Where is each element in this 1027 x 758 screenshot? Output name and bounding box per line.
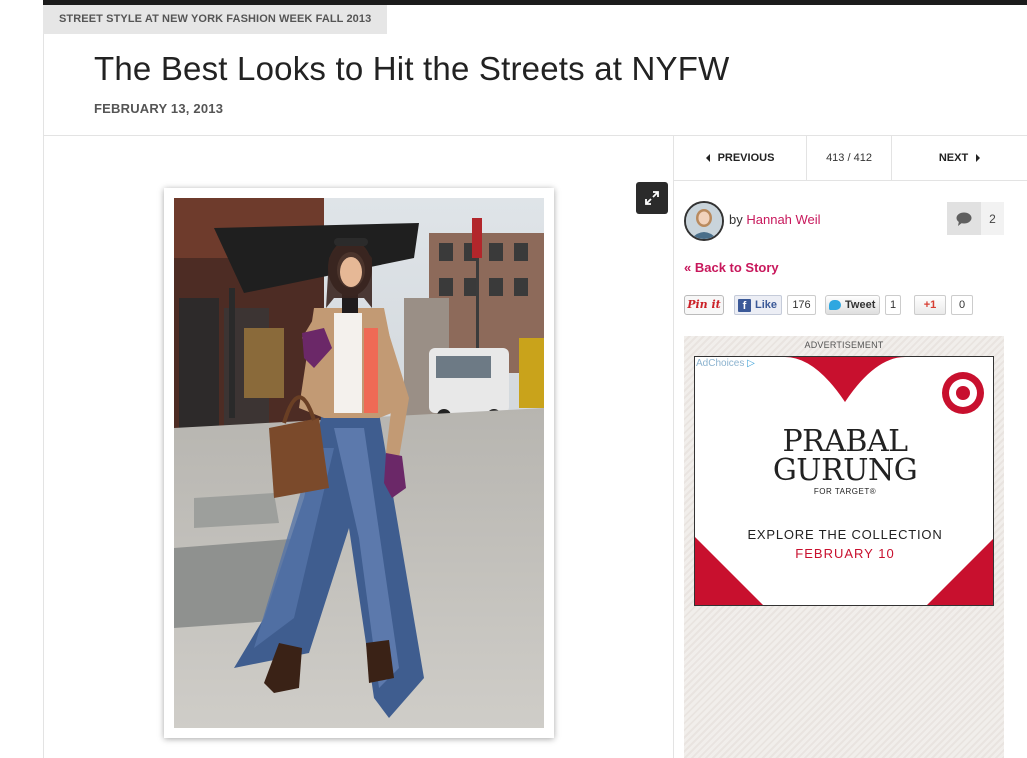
photo-frame	[164, 188, 554, 738]
next-button[interactable]: NEXT	[892, 136, 1027, 180]
column-divider	[673, 135, 674, 758]
ad-container: ADVERTISEMENT AdChoices ▷ PRABAL GURUNG …	[684, 336, 1004, 758]
facebook-icon: f	[738, 298, 751, 312]
tweet-button[interactable]: Tweet	[825, 295, 880, 315]
byline-prefix: by	[729, 212, 743, 227]
gplus-label: +1	[923, 299, 937, 311]
avatar-image	[686, 203, 722, 239]
ad-brand-line1: PRABAL	[782, 424, 908, 459]
ad-date: FEBRUARY 10	[795, 546, 895, 561]
ad-brand-sub: FOR TARGET®	[813, 487, 877, 496]
google-plus-button[interactable]: +1	[914, 295, 946, 315]
twitter-bird-icon	[829, 300, 841, 310]
expand-icon	[645, 191, 659, 205]
gplus-count: 0	[951, 295, 973, 315]
ad-brand-line2: GURUNG	[772, 453, 918, 488]
street-style-photo[interactable]	[174, 198, 544, 728]
gallery-counter: 413 / 412	[807, 136, 892, 180]
next-label: NEXT	[938, 152, 969, 164]
category-kicker[interactable]: STREET STYLE AT NEW YORK FASHION WEEK FA…	[43, 5, 388, 34]
page-title: The Best Looks to Hit the Streets at NYF…	[94, 50, 730, 87]
comments-button[interactable]: 2	[947, 202, 1004, 235]
ad-brand: PRABAL GURUNG	[695, 424, 993, 488]
ad-banner[interactable]: AdChoices ▷ PRABAL GURUNG FOR TARGET® EX…	[694, 356, 994, 606]
previous-button[interactable]: PREVIOUS	[674, 136, 807, 180]
adchoices-link[interactable]: AdChoices ▷	[696, 358, 755, 369]
ad-cta: EXPLORE THE COLLECTION	[747, 527, 943, 542]
like-count: 176	[787, 295, 816, 315]
photo-illustration	[174, 198, 544, 728]
comment-count: 2	[981, 202, 1004, 235]
target-logo-icon	[942, 372, 984, 414]
pinit-button[interactable]: Pin it	[684, 295, 724, 315]
facebook-like-button[interactable]: f Like	[734, 295, 782, 315]
expand-button[interactable]	[636, 182, 668, 214]
like-label: Like	[755, 299, 778, 311]
gallery-nav: PREVIOUS 413 / 412 NEXT	[674, 136, 1027, 181]
publish-date: FEBRUARY 13, 2013	[94, 101, 224, 116]
previous-label: PREVIOUS	[717, 152, 775, 164]
adchoices-label: AdChoices	[696, 358, 745, 369]
ad-label: ADVERTISEMENT	[804, 340, 884, 350]
chevron-right-icon	[976, 154, 981, 162]
author-avatar[interactable]	[684, 201, 724, 241]
back-to-story-link[interactable]: « Back to Story	[684, 260, 779, 275]
adchoices-icon: ▷	[747, 358, 755, 369]
byline: by Hannah Weil	[729, 212, 821, 227]
tweet-label: Tweet	[845, 299, 876, 311]
author-link[interactable]: Hannah Weil	[746, 212, 820, 227]
tweet-count: 1	[885, 295, 901, 315]
chevron-left-icon	[705, 154, 710, 162]
comment-bubble-icon	[947, 202, 981, 235]
